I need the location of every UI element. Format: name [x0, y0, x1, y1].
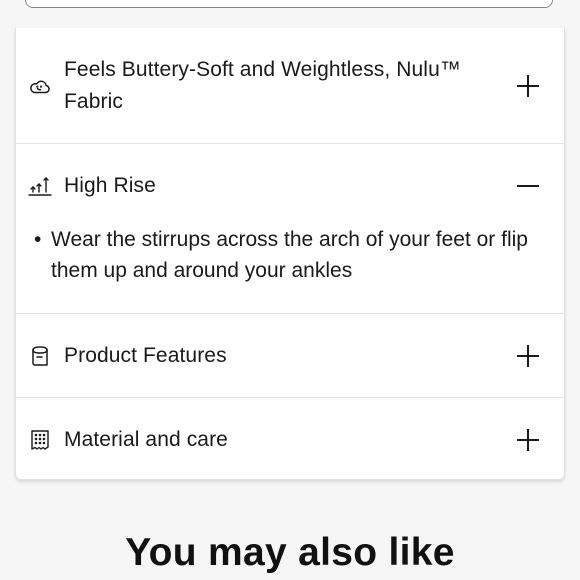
- accordion-item-material-care[interactable]: Material and care: [16, 398, 564, 480]
- cloud-smile-icon: [28, 74, 52, 98]
- detail-text: Wear the stirrups across the arch of you…: [51, 228, 528, 282]
- accordion-item-label: Feels Buttery-Soft and Weightless, Nulu™…: [64, 58, 461, 113]
- plus-icon[interactable]: [516, 344, 540, 368]
- search-field[interactable]: [25, 0, 553, 8]
- plus-icon[interactable]: [516, 74, 540, 98]
- high-rise-details: • Wear the stirrups across the arch of y…: [34, 224, 554, 286]
- recommendations-heading: You may also like: [125, 531, 455, 574]
- care-tag-icon: [28, 428, 52, 452]
- bullet-point: •: [34, 228, 42, 251]
- plus-icon[interactable]: [516, 428, 540, 452]
- product-details-accordion: Feels Buttery-Soft and Weightless, Nulu™…: [15, 28, 565, 480]
- rise-arrows-icon: [28, 174, 52, 198]
- accordion-item-label: Material and care: [64, 428, 228, 451]
- accordion-item-label: Product Features: [64, 344, 227, 367]
- accordion-item-label: High Rise: [64, 174, 156, 197]
- accordion-item-product-features[interactable]: Product Features: [16, 314, 564, 398]
- fabric-roll-icon: [28, 344, 52, 368]
- accordion-item-fabric[interactable]: Feels Buttery-Soft and Weightless, Nulu™…: [16, 28, 564, 144]
- minus-icon[interactable]: [516, 174, 540, 198]
